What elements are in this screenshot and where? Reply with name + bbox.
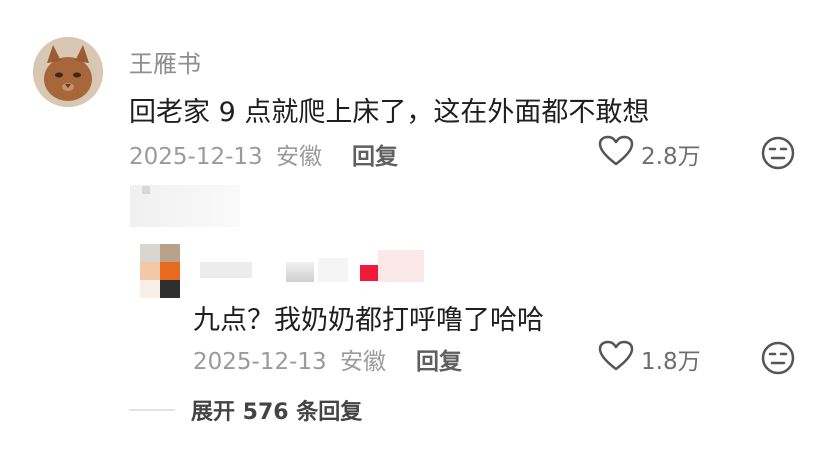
reply-meta: 2025-12-13 安徽 [193,342,386,376]
comment-dislike-button[interactable] [760,135,796,171]
comment-date: 2025-12-13 [129,144,263,170]
heart-icon [598,340,634,371]
reply-reply-button[interactable]: 回复 [416,342,462,376]
comment-like-count: 2.8万 [641,144,701,170]
pixelated-avatar-image [140,244,180,298]
reply-avatar[interactable] [140,244,180,298]
redacted-area [318,258,348,282]
meh-face-icon [761,136,795,170]
comment-text: 回老家 9 点就爬上床了，这在外面都不敢想 [129,97,650,128]
comment-meta: 2025-12-13 安徽 [129,137,322,171]
reply-date: 2025-12-13 [193,349,327,375]
comment-like-button[interactable] [598,135,636,169]
comment-username[interactable]: 王雁书 [129,44,201,79]
reply-like-button[interactable] [598,340,636,374]
comment-reply-button[interactable]: 回复 [352,137,398,171]
reply-like-count: 1.8万 [641,349,701,375]
meh-face-icon [761,341,795,375]
expand-replies-button[interactable]: 展开 576 条回复 [191,394,362,426]
redacted-area [378,250,424,282]
comment-location: 安徽 [275,144,322,170]
redacted-area [200,262,252,278]
reply-dislike-button[interactable] [760,340,796,376]
heart-icon [598,135,634,166]
redacted-area [360,265,378,281]
reply-text: 九点？我奶奶都打呼噜了哈哈 [193,305,544,336]
redacted-area [142,186,150,194]
avatar[interactable] [33,37,103,107]
cat-avatar-image [33,37,103,107]
expand-divider [129,409,175,411]
reply-location: 安徽 [339,349,386,375]
redacted-area [286,262,314,282]
